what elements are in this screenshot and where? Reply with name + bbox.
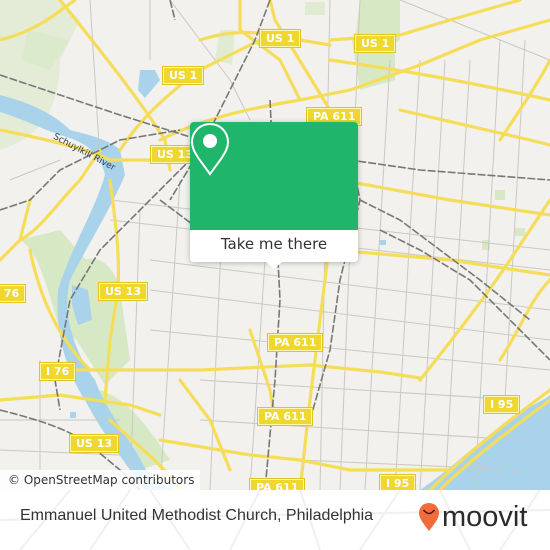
road-shield-pa611: PA 611 bbox=[248, 478, 306, 490]
road-shield-pa611: PA 611 bbox=[256, 407, 314, 426]
map-pin-icon bbox=[190, 122, 230, 176]
footer: Emmanuel United Methodist Church, Philad… bbox=[0, 490, 550, 550]
moovit-wordmark: moovit bbox=[442, 501, 528, 533]
map-attribution[interactable]: © OpenStreetMap contributors bbox=[0, 470, 201, 490]
road-shield-pa611: PA 611 bbox=[266, 333, 324, 352]
road-shield-us1: US 1 bbox=[161, 66, 205, 85]
popup-pointer bbox=[266, 262, 282, 269]
road-shield-us13: US 13 bbox=[69, 434, 119, 453]
map[interactable]: US 1 US 1 US 1 PA 611 US 13 US 13 US 13 … bbox=[0, 0, 550, 490]
place-title: Emmanuel United Methodist Church, Philad… bbox=[20, 507, 374, 524]
road-shield-us1: US 1 bbox=[258, 29, 302, 48]
destination-popup[interactable]: Take me there bbox=[190, 122, 358, 269]
road-shield-i76: I 76 bbox=[38, 362, 77, 381]
road-shield-i76: I 76 bbox=[0, 284, 27, 303]
road-shield-i95: I 95 bbox=[482, 395, 521, 414]
road-shield-i95: I 95 bbox=[378, 474, 417, 490]
moovit-logo-pin-icon bbox=[419, 503, 439, 531]
moovit-logo[interactable]: moovit bbox=[418, 502, 527, 532]
road-shield-us1: US 1 bbox=[353, 34, 397, 53]
road-shield-us13: US 13 bbox=[98, 282, 148, 301]
take-me-there-button[interactable]: Take me there bbox=[190, 230, 358, 262]
popup-header bbox=[190, 122, 358, 230]
